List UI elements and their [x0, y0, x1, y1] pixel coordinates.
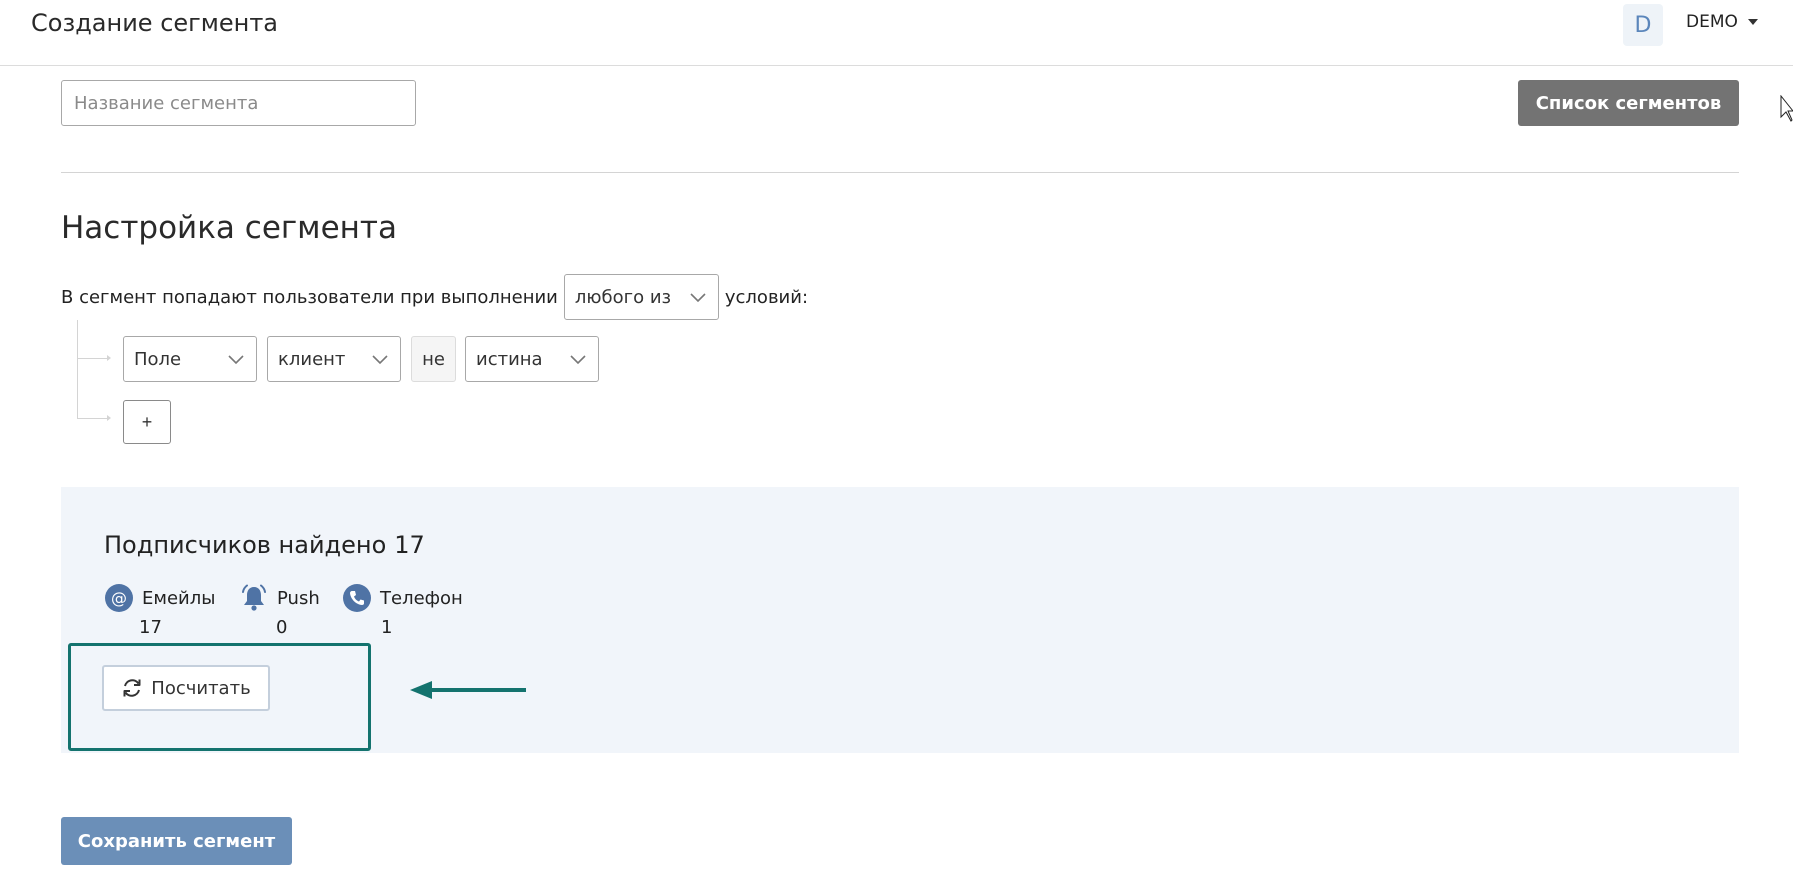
rule-mode-select[interactable]: любого из — [563, 274, 719, 320]
condition-value-select[interactable]: истина — [465, 336, 599, 382]
email-at-icon: @ — [105, 584, 133, 612]
tree-connector-branch — [77, 418, 109, 419]
subscribers-found-label: Подписчиков найдено — [104, 531, 387, 559]
tree-connector — [77, 320, 78, 418]
tree-arrow-icon — [107, 355, 111, 361]
channel-phone-label: Телефон — [380, 587, 463, 609]
channel-push: Push — [239, 583, 320, 613]
chevron-down-icon — [570, 355, 586, 365]
subscribers-found-count: 17 — [394, 531, 425, 559]
tree-connector-branch — [77, 358, 109, 359]
channel-push-label: Push — [277, 587, 320, 609]
condition-field-value: Поле — [134, 348, 182, 370]
channel-phone: Телефон — [342, 583, 463, 613]
caret-down-icon — [1747, 19, 1758, 25]
phone-icon — [343, 584, 371, 612]
divider — [61, 172, 1739, 173]
segment-name-input[interactable] — [61, 80, 416, 126]
account-menu[interactable]: DEMO — [1686, 12, 1758, 32]
rule-mode-value: любого из — [574, 286, 672, 308]
chevron-down-icon — [372, 355, 388, 365]
condition-entity-value: клиент — [278, 348, 346, 370]
avatar[interactable]: D — [1623, 4, 1663, 46]
save-segment-button[interactable]: Сохранить сегмент — [61, 817, 292, 865]
rule-prefix: В сегмент попадают пользователи при выпо… — [61, 286, 558, 308]
channel-email: @ Емейлы — [104, 583, 215, 613]
add-condition-button[interactable]: + — [123, 400, 171, 444]
pointer-arrow-icon — [410, 681, 526, 699]
condition-entity-select[interactable]: клиент — [267, 336, 401, 382]
channel-email-count: 17 — [139, 617, 162, 638]
rule-suffix: условий: — [724, 286, 809, 308]
segment-list-button[interactable]: Список сегментов — [1518, 80, 1739, 126]
channel-email-label: Емейлы — [142, 587, 216, 609]
top-bar: Создание сегмента D DEMO — [0, 0, 1793, 66]
chevron-down-icon — [690, 293, 706, 303]
chevron-down-icon — [228, 355, 244, 365]
calculate-label: Посчитать — [151, 677, 251, 699]
rule-line: В сегмент попадают пользователи при выпо… — [61, 274, 808, 320]
condition-field-select[interactable]: Поле — [123, 336, 257, 382]
tree-arrow-icon — [107, 415, 111, 421]
refresh-icon — [123, 679, 141, 697]
settings-title: Настройка сегмента — [61, 210, 397, 246]
subscribers-found: Подписчиков найдено 17 — [104, 531, 425, 559]
condition-value: истина — [476, 348, 543, 370]
page-title: Создание сегмента — [31, 9, 279, 37]
push-bell-icon — [242, 584, 266, 611]
channel-push-count: 0 — [276, 617, 288, 638]
page: Создание сегмента D DEMO Список сегменто… — [0, 0, 1793, 890]
mouse-cursor-icon — [1780, 95, 1793, 122]
channel-phone-count: 1 — [381, 617, 393, 638]
svg-text:@: @ — [111, 589, 127, 608]
negation-toggle[interactable]: не — [411, 336, 456, 382]
calculate-button[interactable]: Посчитать — [102, 665, 270, 711]
account-name: DEMO — [1686, 12, 1738, 32]
